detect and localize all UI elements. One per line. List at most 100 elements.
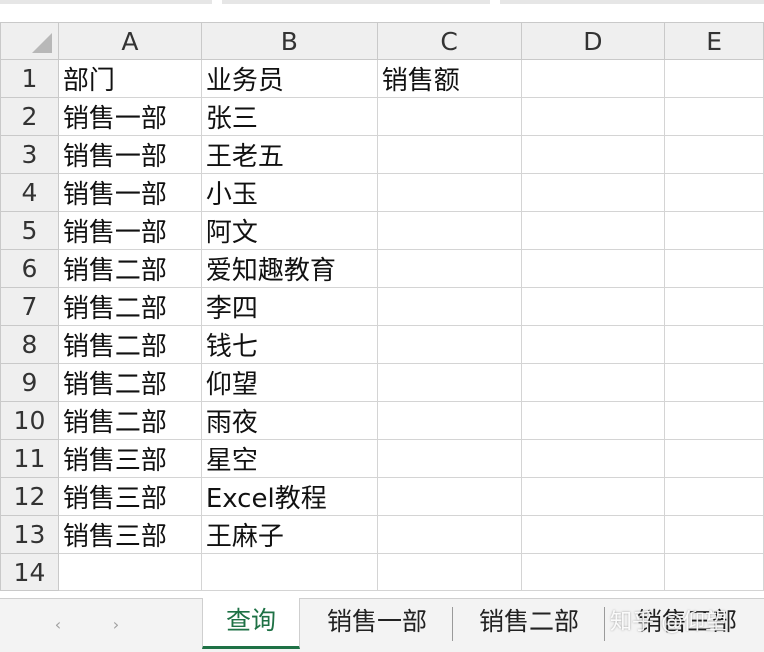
cell-a3[interactable]: 销售一部 bbox=[57, 135, 202, 174]
cell-c10[interactable] bbox=[376, 401, 522, 440]
cell-a9[interactable]: 销售二部 bbox=[57, 363, 202, 402]
cell-e11[interactable] bbox=[664, 439, 764, 478]
cell-c8[interactable] bbox=[376, 325, 522, 364]
column-header-b[interactable]: B bbox=[200, 22, 378, 60]
cell-b2[interactable]: 张三 bbox=[200, 97, 378, 136]
cell-a7[interactable]: 销售二部 bbox=[57, 287, 202, 326]
cell-d3[interactable] bbox=[520, 135, 666, 174]
cell-d13[interactable] bbox=[520, 515, 666, 554]
table-row: 6 销售二部 爱知趣教育 bbox=[0, 249, 764, 288]
column-header-a[interactable]: A bbox=[57, 22, 202, 60]
cell-a14[interactable] bbox=[57, 553, 202, 591]
cell-c7[interactable] bbox=[376, 287, 522, 326]
cell-c9[interactable] bbox=[376, 363, 522, 402]
cell-a4[interactable]: 销售一部 bbox=[57, 173, 202, 212]
row-header[interactable]: 13 bbox=[0, 515, 59, 554]
cell-b7[interactable]: 李四 bbox=[200, 287, 378, 326]
row-header[interactable]: 2 bbox=[0, 97, 59, 136]
cell-a8[interactable]: 销售二部 bbox=[57, 325, 202, 364]
cell-d7[interactable] bbox=[520, 287, 666, 326]
row-header[interactable]: 11 bbox=[0, 439, 59, 478]
cell-e10[interactable] bbox=[664, 401, 764, 440]
table-row: 7 销售二部 李四 bbox=[0, 287, 764, 326]
cell-c3[interactable] bbox=[376, 135, 522, 174]
cell-a5[interactable]: 销售一部 bbox=[57, 211, 202, 250]
cell-d1[interactable] bbox=[520, 59, 666, 98]
cell-c14[interactable] bbox=[376, 553, 522, 591]
cell-a13[interactable]: 销售三部 bbox=[57, 515, 202, 554]
row-header[interactable]: 5 bbox=[0, 211, 59, 250]
row-header[interactable]: 6 bbox=[0, 249, 59, 288]
cell-d11[interactable] bbox=[520, 439, 666, 478]
row-header[interactable]: 9 bbox=[0, 363, 59, 402]
row-header[interactable]: 10 bbox=[0, 401, 59, 440]
cell-b13[interactable]: 王麻子 bbox=[200, 515, 378, 554]
cell-c4[interactable] bbox=[376, 173, 522, 212]
cell-c12[interactable] bbox=[376, 477, 522, 516]
cell-b3[interactable]: 王老五 bbox=[200, 135, 378, 174]
sheet-next-icon[interactable]: › bbox=[106, 615, 126, 634]
cell-b12[interactable]: Excel教程 bbox=[200, 477, 378, 516]
cell-e1[interactable] bbox=[664, 59, 764, 98]
cell-e2[interactable] bbox=[664, 97, 764, 136]
column-header-e[interactable]: E bbox=[664, 22, 764, 60]
cell-d9[interactable] bbox=[520, 363, 666, 402]
cell-a2[interactable]: 销售一部 bbox=[57, 97, 202, 136]
cell-e7[interactable] bbox=[664, 287, 764, 326]
cell-d8[interactable] bbox=[520, 325, 666, 364]
cell-c2[interactable] bbox=[376, 97, 522, 136]
cell-b8[interactable]: 钱七 bbox=[200, 325, 378, 364]
cell-e8[interactable] bbox=[664, 325, 764, 364]
cell-c6[interactable] bbox=[376, 249, 522, 288]
cell-b14[interactable] bbox=[200, 553, 378, 591]
cell-e3[interactable] bbox=[664, 135, 764, 174]
cell-a11[interactable]: 销售三部 bbox=[57, 439, 202, 478]
cell-d14[interactable] bbox=[520, 553, 666, 591]
cell-e9[interactable] bbox=[664, 363, 764, 402]
cell-c1[interactable]: 销售额 bbox=[376, 59, 522, 98]
cell-b1[interactable]: 业务员 bbox=[200, 59, 378, 98]
cell-c13[interactable] bbox=[376, 515, 522, 554]
cell-c11[interactable] bbox=[376, 439, 522, 478]
cell-e4[interactable] bbox=[664, 173, 764, 212]
cell-b10[interactable]: 雨夜 bbox=[200, 401, 378, 440]
sheet-prev-icon[interactable]: ‹ bbox=[48, 615, 68, 634]
cell-e5[interactable] bbox=[664, 211, 764, 250]
table-row: 5 销售一部 阿文 bbox=[0, 211, 764, 250]
row-header[interactable]: 3 bbox=[0, 135, 59, 174]
cell-d6[interactable] bbox=[520, 249, 666, 288]
cell-a1[interactable]: 部门 bbox=[57, 59, 202, 98]
cell-c5[interactable] bbox=[376, 211, 522, 250]
toolbar-remnant bbox=[500, 0, 764, 4]
table-row: 3 销售一部 王老五 bbox=[0, 135, 764, 174]
cell-b4[interactable]: 小玉 bbox=[200, 173, 378, 212]
cell-e14[interactable] bbox=[664, 553, 764, 591]
row-header[interactable]: 4 bbox=[0, 173, 59, 212]
row-header[interactable]: 12 bbox=[0, 477, 59, 516]
row-header[interactable]: 14 bbox=[0, 553, 59, 591]
cell-b9[interactable]: 仰望 bbox=[200, 363, 378, 402]
cell-d2[interactable] bbox=[520, 97, 666, 136]
cell-b6[interactable]: 爱知趣教育 bbox=[200, 249, 378, 288]
select-all-corner[interactable] bbox=[0, 22, 59, 60]
cell-a6[interactable]: 销售二部 bbox=[57, 249, 202, 288]
cell-e12[interactable] bbox=[664, 477, 764, 516]
cell-b11[interactable]: 星空 bbox=[200, 439, 378, 478]
cell-a12[interactable]: 销售三部 bbox=[57, 477, 202, 516]
cell-b5[interactable]: 阿文 bbox=[200, 211, 378, 250]
column-header-c[interactable]: C bbox=[376, 22, 522, 60]
tab-sales-dept-1[interactable]: 销售一部 bbox=[306, 599, 448, 649]
cell-d12[interactable] bbox=[520, 477, 666, 516]
row-header[interactable]: 8 bbox=[0, 325, 59, 364]
tab-sales-dept-2[interactable]: 销售二部 bbox=[458, 599, 600, 649]
cell-d5[interactable] bbox=[520, 211, 666, 250]
cell-e13[interactable] bbox=[664, 515, 764, 554]
tab-query[interactable]: 查询 bbox=[202, 598, 300, 649]
cell-e6[interactable] bbox=[664, 249, 764, 288]
cell-d10[interactable] bbox=[520, 401, 666, 440]
cell-d4[interactable] bbox=[520, 173, 666, 212]
column-header-d[interactable]: D bbox=[520, 22, 666, 60]
cell-a10[interactable]: 销售二部 bbox=[57, 401, 202, 440]
row-header[interactable]: 7 bbox=[0, 287, 59, 326]
row-header[interactable]: 1 bbox=[0, 59, 59, 98]
